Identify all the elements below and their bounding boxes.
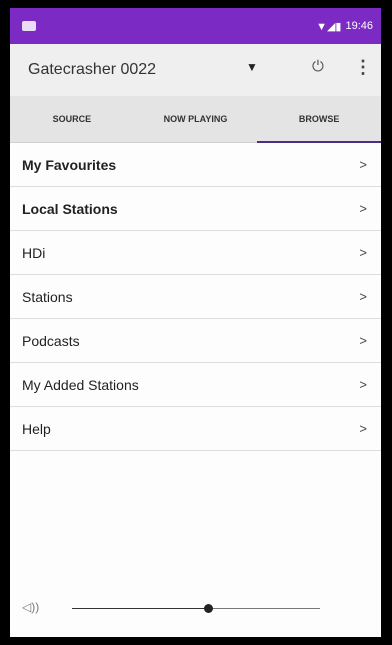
chevron-right-icon: > bbox=[359, 201, 367, 216]
list-item-label: Local Stations bbox=[22, 200, 118, 217]
list-item[interactable]: Podcasts > bbox=[10, 319, 381, 363]
tab-browse[interactable]: BROWSE bbox=[257, 96, 381, 143]
chevron-right-icon: > bbox=[359, 421, 367, 436]
list-item[interactable]: My Favourites > bbox=[10, 143, 381, 187]
list-item-label: Stations bbox=[22, 288, 73, 305]
list-item[interactable]: Local Stations > bbox=[10, 187, 381, 231]
list-item[interactable]: Stations > bbox=[10, 275, 381, 319]
list-item-label: HDi bbox=[22, 244, 46, 261]
chevron-right-icon: > bbox=[359, 333, 367, 348]
list-item[interactable]: My Added Stations > bbox=[10, 363, 381, 407]
device-name[interactable]: Gatecrasher 0022 bbox=[28, 61, 156, 79]
volume-fill bbox=[72, 608, 209, 609]
notification-icon bbox=[22, 21, 36, 31]
tab-now-playing[interactable]: NOW PLAYING bbox=[134, 96, 258, 142]
browse-list: My Favourites > Local Stations > HDi > Station… bbox=[10, 143, 381, 451]
list-item[interactable]: HDi > bbox=[10, 231, 381, 275]
status-bar: ▼◢▮ 19:46 bbox=[10, 8, 381, 44]
volume-slider-thumb[interactable] bbox=[204, 604, 214, 613]
tab-bar: SOURCE NOW PLAYING BROWSE bbox=[10, 96, 381, 143]
list-item-label: My Added Stations bbox=[22, 376, 139, 393]
tab-source[interactable]: SOURCE bbox=[10, 96, 134, 142]
dropdown-arrow-icon[interactable]: ▼ bbox=[246, 60, 258, 74]
phone-screen: ▼◢▮ 19:46 Gatecrasher 0022 ▼ ⏻ ⋮ SOURCE … bbox=[10, 8, 381, 637]
volume-icon: ◁)) bbox=[22, 600, 40, 614]
toolbar: Gatecrasher 0022 ▼ ⏻ ⋮ bbox=[10, 44, 381, 96]
signal-icon: ▼◢▮ bbox=[316, 20, 342, 33]
power-icon[interactable]: ⏻ bbox=[312, 58, 324, 75]
list-item-label: Help bbox=[22, 420, 51, 437]
chevron-right-icon: > bbox=[359, 245, 367, 260]
chevron-right-icon: > bbox=[359, 157, 367, 172]
volume-track[interactable] bbox=[72, 604, 320, 613]
list-item-label: My Favourites bbox=[22, 156, 117, 173]
volume-control: ◁)) bbox=[10, 593, 381, 623]
status-time: 19:46 bbox=[345, 20, 373, 32]
chevron-right-icon: > bbox=[359, 289, 367, 304]
list-item[interactable]: Help > bbox=[10, 407, 381, 451]
more-menu-icon[interactable]: ⋮ bbox=[354, 57, 372, 78]
chevron-right-icon: > bbox=[359, 377, 367, 392]
status-right: ▼◢▮ 19:46 bbox=[316, 20, 373, 33]
list-item-label: Podcasts bbox=[22, 332, 80, 349]
